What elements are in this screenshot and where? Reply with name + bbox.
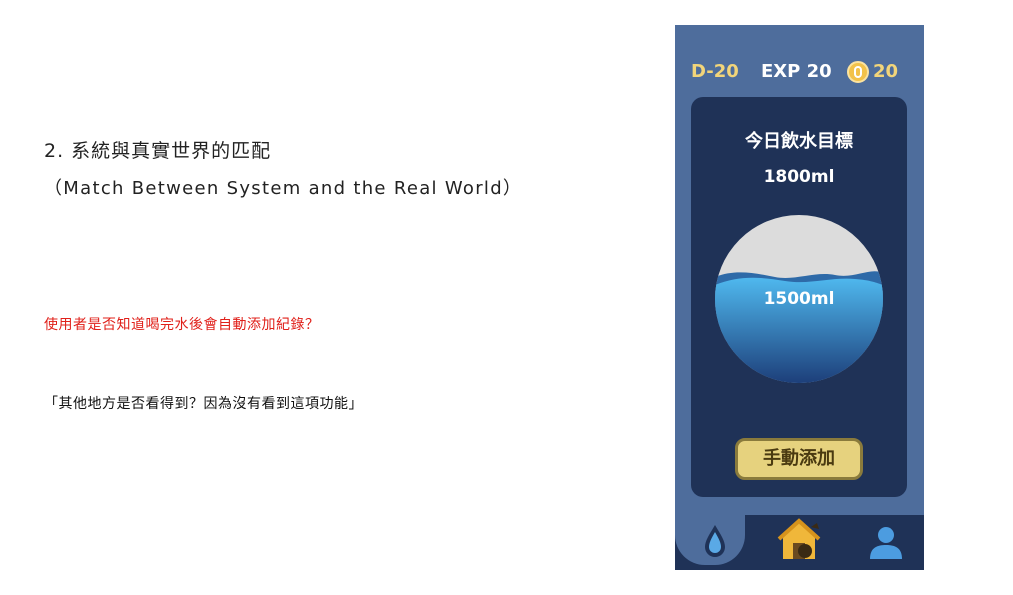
section-subtitle: （Match Between System and the Real World… — [44, 178, 523, 199]
profile-icon — [870, 527, 902, 559]
user-quote: 「其他地方是否看得到？因為沒有看到這項功能」 — [44, 396, 363, 412]
water-level-gauge: 1500ml — [715, 215, 883, 383]
manual-add-button[interactable]: 手動添加 — [735, 438, 863, 480]
water-amount-value: 1500ml — [763, 289, 835, 309]
daily-goal-value: 1800ml — [763, 167, 835, 187]
tab-profile[interactable] — [856, 515, 916, 570]
coin-icon — [847, 61, 869, 83]
pet-house-icon — [777, 518, 821, 559]
water-goal-card: 今日飲水目標 1800ml 1500ml 手動添加 — [691, 97, 907, 497]
status-hud: D-20 EXP 20 20 — [675, 61, 924, 83]
tab-water[interactable] — [675, 515, 745, 565]
tab-pet-house[interactable] — [771, 515, 831, 570]
daily-goal-label: 今日飲水目標 — [745, 131, 853, 152]
level-counter: D-20 — [691, 61, 739, 82]
question-note: 使用者是否知道喝完水後會自動添加紀錄？ — [44, 317, 320, 333]
coin-counter: 20 — [873, 61, 899, 82]
exp-counter: EXP 20 — [761, 61, 832, 82]
phone-screen: D-20 EXP 20 20 今日飲水目標 1800ml 1500ml 手動添加 — [675, 25, 924, 570]
section-title: 2. 系統與真實世界的匹配 — [44, 140, 272, 162]
bottom-tab-bar — [675, 515, 924, 570]
